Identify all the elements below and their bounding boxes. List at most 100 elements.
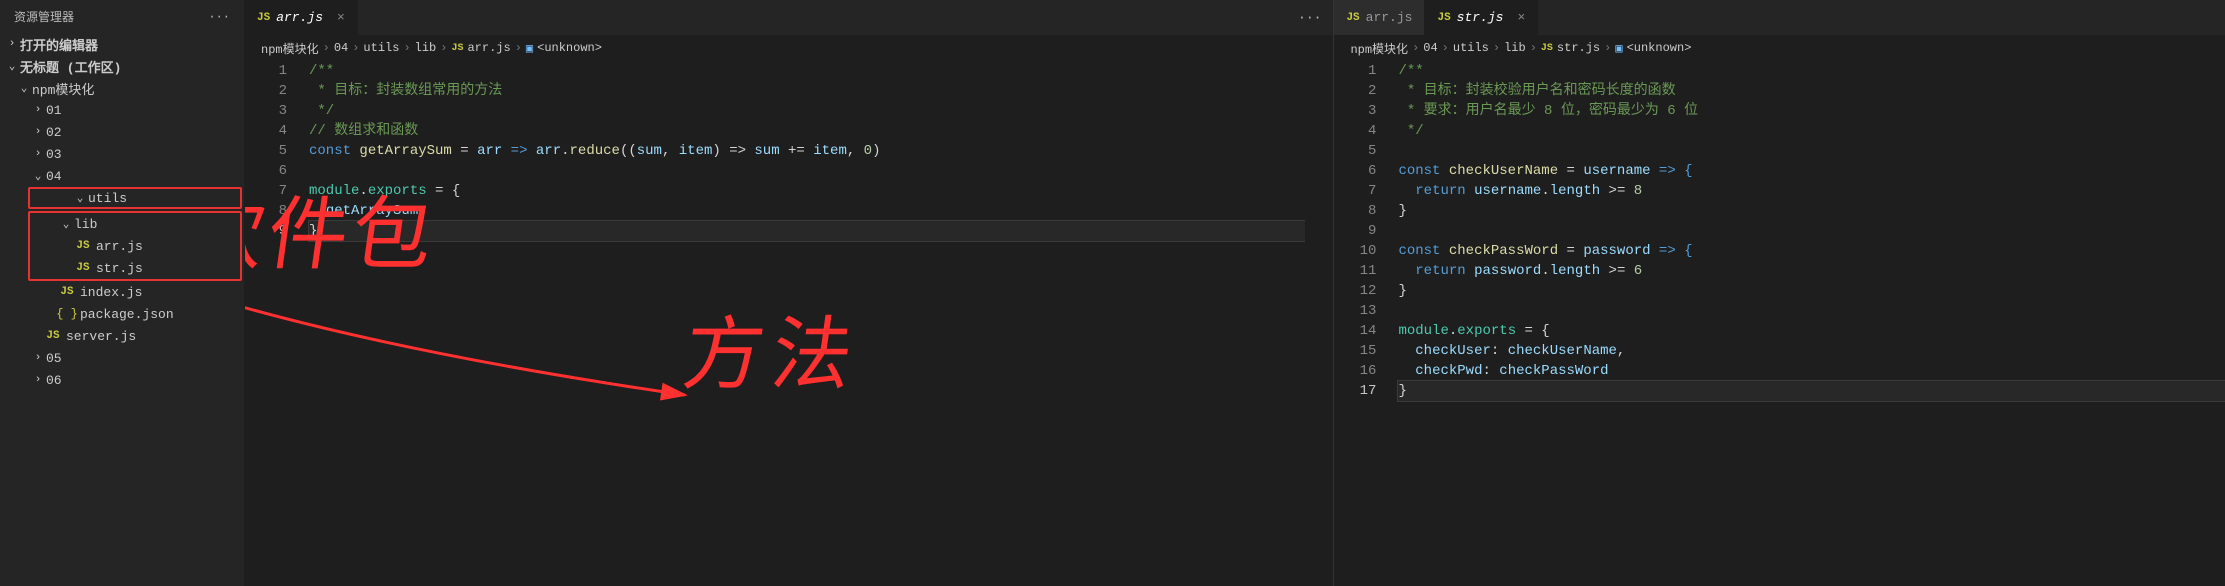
js-file-icon: JS xyxy=(58,286,76,298)
close-icon[interactable]: × xyxy=(1517,10,1525,25)
chevron-right-icon: › xyxy=(30,352,46,364)
chevron-down-icon: ⌄ xyxy=(72,191,88,205)
folder-label: 04 xyxy=(46,169,62,184)
chevron-right-icon: › xyxy=(403,41,410,55)
crumb[interactable]: 04 xyxy=(1423,41,1437,55)
line-gutter: 123456789 xyxy=(245,61,305,586)
chevron-right-icon: › xyxy=(1604,41,1611,55)
explorer-header: 资源管理器 ··· xyxy=(0,0,244,33)
code-lines[interactable]: /** * 目标：封装数组常用的方法 */ // 数组求和函数 const ge… xyxy=(305,61,1305,586)
chevron-right-icon: › xyxy=(1412,41,1419,55)
chevron-right-icon: › xyxy=(4,38,20,50)
folder-label: npm模块化 xyxy=(32,79,94,98)
crumb[interactable]: npm模块化 xyxy=(261,40,319,57)
code-editor[interactable]: 123456789 /** * 目标：封装数组常用的方法 */ // 数组求和函… xyxy=(245,61,1333,586)
file-str-js[interactable]: JS str.js xyxy=(30,257,240,279)
close-icon[interactable]: × xyxy=(337,10,345,25)
workspace-section[interactable]: ⌄ 无标题 (工作区) xyxy=(0,55,244,77)
crumb[interactable]: <unknown> xyxy=(1627,41,1692,55)
chevron-right-icon: › xyxy=(30,126,46,138)
open-editors-section[interactable]: › 打开的编辑器 xyxy=(0,33,244,55)
folder-03[interactable]: › 03 xyxy=(0,143,244,165)
js-file-icon: JS xyxy=(451,43,463,54)
folder-label: 06 xyxy=(46,373,62,388)
tab-arr-js[interactable]: JS arr.js xyxy=(1334,0,1425,35)
file-label: package.json xyxy=(80,307,174,322)
folder-label: utils xyxy=(88,191,127,206)
folder-label: 05 xyxy=(46,351,62,366)
crumb[interactable]: <unknown> xyxy=(537,41,602,55)
crumb[interactable]: arr.js xyxy=(467,41,510,55)
editor-tabs: JS arr.js × ··· xyxy=(245,0,1333,35)
js-file-icon: JS xyxy=(1541,43,1553,54)
crumb[interactable]: lib xyxy=(1504,41,1526,55)
crumb[interactable]: npm模块化 xyxy=(1350,40,1408,57)
tab-label: arr.js xyxy=(276,10,323,25)
file-label: str.js xyxy=(96,261,143,276)
cube-icon: ▣ xyxy=(526,41,533,56)
tab-str-js[interactable]: JS str.js × xyxy=(1425,0,1538,35)
chevron-down-icon: ⌄ xyxy=(58,217,74,231)
folder-04[interactable]: ⌄ 04 xyxy=(0,165,244,187)
chevron-right-icon: › xyxy=(352,41,359,55)
file-server-js[interactable]: JS server.js xyxy=(0,325,244,347)
js-file-icon: JS xyxy=(44,330,62,342)
chevron-right-icon: › xyxy=(30,148,46,160)
crumb[interactable]: utils xyxy=(363,41,399,55)
chevron-right-icon: › xyxy=(440,41,447,55)
chevron-right-icon: › xyxy=(1442,41,1449,55)
breadcrumb[interactable]: npm模块化› 04› utils› lib› JS arr.js› ▣ <un… xyxy=(245,35,1333,61)
file-label: server.js xyxy=(66,329,136,344)
more-actions-icon[interactable]: ··· xyxy=(208,10,230,24)
file-package-json[interactable]: { } package.json xyxy=(0,303,244,325)
folder-label: 03 xyxy=(46,147,62,162)
folder-02[interactable]: › 02 xyxy=(0,121,244,143)
section-label: 无标题 (工作区) xyxy=(20,57,121,76)
js-file-icon: JS xyxy=(1346,12,1359,24)
folder-01[interactable]: › 01 xyxy=(0,99,244,121)
folder-06[interactable]: › 06 xyxy=(0,369,244,391)
crumb[interactable]: utils xyxy=(1453,41,1489,55)
code-lines[interactable]: /** * 目标：封装校验用户名和密码长度的函数 * 要求：用户名最少 8 位，… xyxy=(1394,61,2225,586)
folder-root[interactable]: ⌄ npm模块化 xyxy=(0,77,244,99)
chevron-right-icon: › xyxy=(30,104,46,116)
file-label: arr.js xyxy=(96,239,143,254)
chevron-down-icon: ⌄ xyxy=(30,169,46,183)
line-gutter: 1234567891011121314151617 xyxy=(1334,61,1394,586)
folder-label: 01 xyxy=(46,103,62,118)
chevron-right-icon: › xyxy=(323,41,330,55)
folder-05[interactable]: › 05 xyxy=(0,347,244,369)
js-file-icon: JS xyxy=(74,240,92,252)
cube-icon: ▣ xyxy=(1615,41,1622,56)
folder-lib[interactable]: ⌄ lib xyxy=(30,213,240,235)
file-index-js[interactable]: JS index.js xyxy=(0,281,244,303)
folder-label: lib xyxy=(74,217,97,232)
folder-utils[interactable]: ⌄ utils xyxy=(28,187,242,209)
chevron-right-icon: › xyxy=(30,374,46,386)
file-arr-js[interactable]: JS arr.js xyxy=(30,235,240,257)
chevron-right-icon: › xyxy=(515,41,522,55)
js-file-icon: JS xyxy=(74,262,92,274)
minimap[interactable] xyxy=(1305,61,1333,586)
code-editor[interactable]: 1234567891011121314151617 /** * 目标：封装校验用… xyxy=(1334,61,2225,586)
chevron-right-icon: › xyxy=(1493,41,1500,55)
chevron-down-icon: ⌄ xyxy=(4,59,20,73)
json-file-icon: { } xyxy=(58,307,76,321)
tab-label: str.js xyxy=(1457,10,1504,25)
tab-label: arr.js xyxy=(1366,10,1413,25)
chevron-down-icon: ⌄ xyxy=(16,81,32,95)
crumb[interactable]: lib xyxy=(415,41,437,55)
chevron-right-icon: › xyxy=(1530,41,1537,55)
crumb[interactable]: str.js xyxy=(1557,41,1600,55)
tab-arr-js[interactable]: JS arr.js × xyxy=(245,0,358,35)
js-file-icon: JS xyxy=(257,12,270,24)
editor-tabs: JS arr.js JS str.js × xyxy=(1334,0,2225,35)
editor-group-2: JS arr.js JS str.js × npm模块化 › 04 › utils ›… xyxy=(1333,0,2225,586)
file-label: index.js xyxy=(80,285,142,300)
breadcrumb[interactable]: npm模块化 › 04 › utils › lib › JS str.js › ▣ <un… xyxy=(1334,35,2225,61)
more-actions-icon[interactable]: ··· xyxy=(1286,10,1333,25)
folder-label: 02 xyxy=(46,125,62,140)
editor-group-1: JS arr.js × ··· npm模块化› 04› utils› lib› … xyxy=(245,0,1333,586)
crumb[interactable]: 04 xyxy=(334,41,348,55)
section-label: 打开的编辑器 xyxy=(20,35,98,54)
